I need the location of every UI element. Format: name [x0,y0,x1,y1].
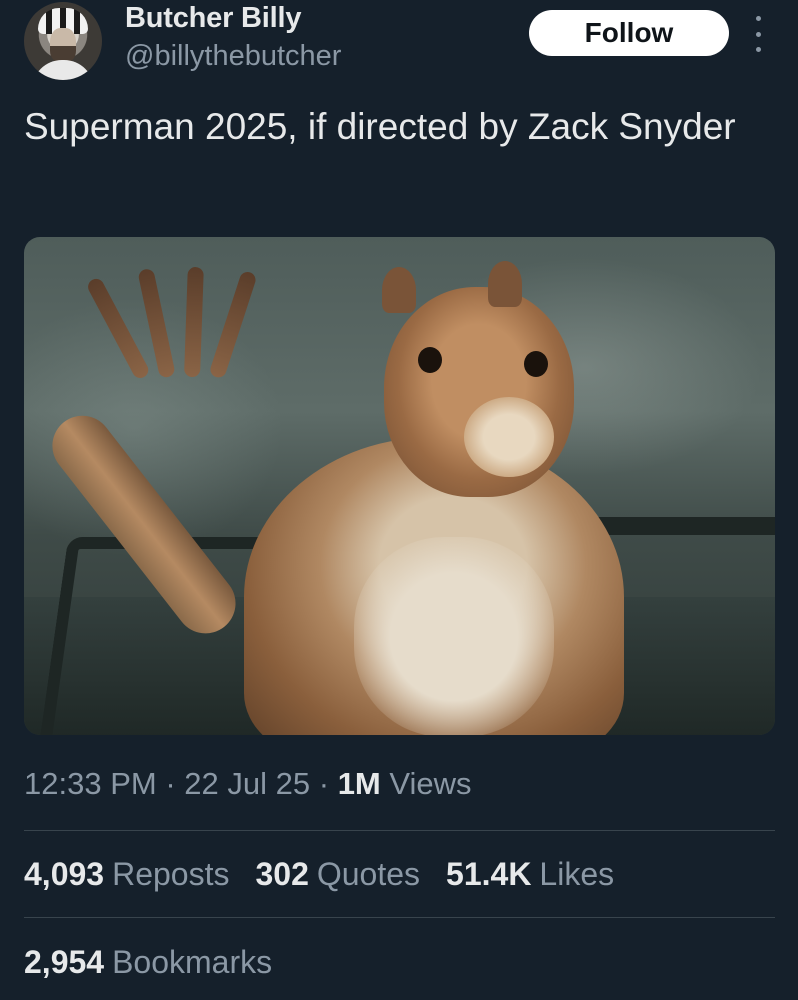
squirrel-snout [464,397,554,477]
post-date[interactable]: 22 Jul 25 [184,766,310,801]
media-railing [584,517,775,535]
quotes-count: 302 [255,856,309,892]
post-media-image[interactable] [24,237,775,735]
meta-separator: · [165,766,176,801]
more-dot [755,47,761,52]
views-count: 1M [337,766,381,801]
squirrel-eye [418,347,442,373]
squirrel-ear [382,267,416,313]
more-dot [755,31,761,37]
more-dot [755,16,761,21]
avatar[interactable] [24,2,102,80]
quotes-stat[interactable]: 302 Quotes [255,856,420,893]
bookmarks-label: Bookmarks [112,944,273,980]
reposts-stat[interactable]: 4,093 Reposts [24,856,229,893]
squirrel-eye [524,351,548,377]
author-display-name[interactable]: Butcher Billy [125,2,301,35]
author-handle[interactable]: @billythebutcher [125,40,341,73]
squirrel-belly [354,537,554,735]
post-time[interactable]: 12:33 PM [24,766,157,801]
views-label: Views [389,766,472,801]
more-vertical-icon[interactable] [748,16,768,52]
reposts-label: Reposts [112,856,230,892]
divider [24,917,775,918]
likes-label: Likes [539,856,615,892]
bookmarks-count: 2,954 [24,944,105,980]
post-text: Superman 2025, if directed by Zack Snyde… [24,106,736,147]
tweet-detail: Butcher Billy @billythebutcher Follow Su… [0,0,798,1000]
quotes-label: Quotes [316,856,421,892]
likes-count: 51.4K [446,856,532,892]
bookmarks-stat[interactable]: 2,954 Bookmarks [24,944,272,981]
likes-stat[interactable]: 51.4K Likes [446,856,614,893]
follow-button[interactable]: Follow [529,10,729,56]
avatar-body [32,60,94,80]
meta-separator: · [318,766,330,801]
divider [24,830,775,831]
squirrel-ear [488,261,522,307]
post-meta: 12:33 PM · 22 Jul 25 · 1M Views [24,766,472,802]
engagement-stats: 4,093 Reposts 302 Quotes 51.4K Likes [24,856,614,893]
reposts-count: 4,093 [24,856,105,892]
squirrel-hand [85,257,258,407]
